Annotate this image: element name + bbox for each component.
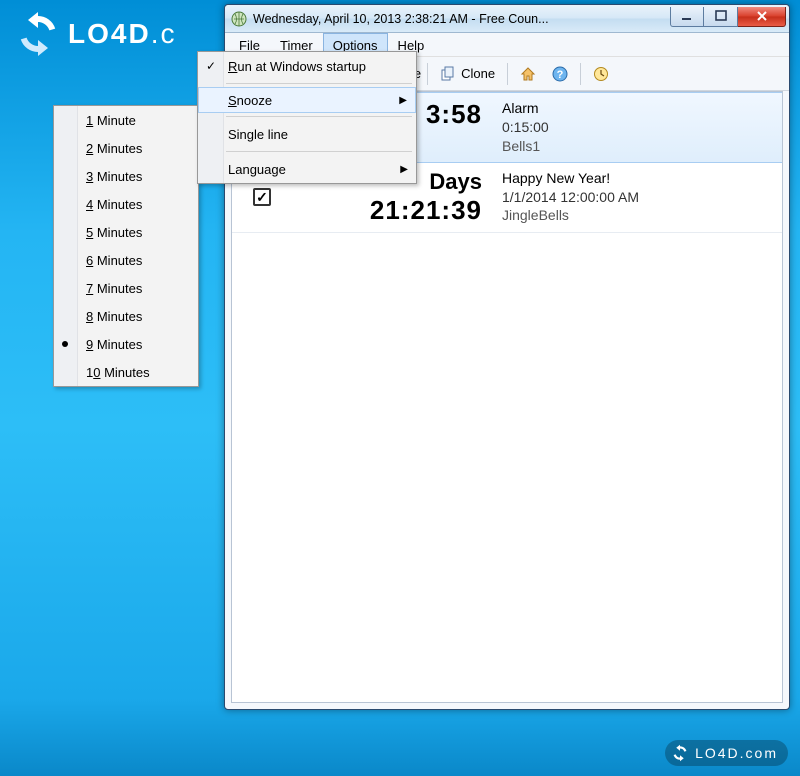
watermark: LO4D.com [665, 740, 788, 766]
option-run-at-startup[interactable]: ✓ Run at Windows startup [198, 52, 416, 80]
option-single-line[interactable]: Single line [198, 120, 416, 148]
home-icon [520, 66, 536, 82]
titlebar[interactable]: Wednesday, April 10, 2013 2:38:21 AM - F… [225, 5, 789, 33]
timer-sound: Bells1 [502, 137, 772, 156]
lo4d-logo: LO4D.c [14, 10, 176, 58]
refresh-arrows-icon [671, 744, 689, 762]
submenu-arrow-icon: ▶ [399, 95, 407, 106]
clock-button[interactable] [587, 63, 615, 85]
option-language[interactable]: Language ▶ [198, 155, 416, 183]
watermark-text: LO4D.com [695, 745, 778, 761]
menu-separator [226, 151, 412, 152]
option-snooze[interactable]: Snooze ▶ [198, 87, 416, 113]
desktop-background: LO4D.c Wednesday, April 10, 2013 2:38:21… [0, 0, 800, 776]
refresh-arrows-icon [14, 10, 62, 58]
menu-separator [226, 116, 412, 117]
snooze-option[interactable]: 3 Minutes [54, 162, 198, 190]
app-icon [231, 11, 247, 27]
home-button[interactable] [514, 63, 542, 85]
toolbar-separator [507, 63, 508, 85]
snooze-option[interactable]: 1 Minute [54, 106, 198, 134]
clock-icon [593, 66, 609, 82]
snooze-option-selected[interactable]: 9 Minutes [54, 330, 198, 358]
snooze-option[interactable]: 8 Minutes [54, 302, 198, 330]
snooze-submenu: 1 Minute 2 Minutes 3 Minutes 4 Minutes 5… [53, 105, 199, 387]
bullet-icon [62, 341, 68, 347]
snooze-option[interactable]: 10 Minutes [54, 358, 198, 386]
logo-text: LO4D.c [68, 18, 176, 50]
svg-text:?: ? [557, 69, 564, 81]
clone-button[interactable]: Clone [434, 63, 501, 85]
submenu-arrow-icon: ▶ [400, 164, 408, 175]
clone-label: Clone [461, 66, 495, 81]
checkmark-icon: ✓ [206, 59, 216, 73]
window-title: Wednesday, April 10, 2013 2:38:21 AM - F… [253, 12, 670, 26]
timer-sound: JingleBells [502, 206, 772, 225]
help-button[interactable]: ? [546, 63, 574, 85]
maximize-button[interactable] [704, 7, 738, 27]
close-button[interactable] [738, 7, 786, 27]
window-controls [670, 7, 786, 27]
timer-name: Happy New Year! [502, 169, 772, 188]
menu-separator [226, 83, 412, 84]
toolbar-separator [427, 63, 428, 85]
snooze-option[interactable]: 4 Minutes [54, 190, 198, 218]
options-dropdown: ✓ Run at Windows startup Snooze ▶ Single… [197, 51, 417, 184]
help-icon: ? [552, 66, 568, 82]
snooze-option[interactable]: 2 Minutes [54, 134, 198, 162]
snooze-option[interactable]: 5 Minutes [54, 218, 198, 246]
snooze-option[interactable]: 7 Minutes [54, 274, 198, 302]
minimize-button[interactable] [670, 7, 704, 27]
snooze-option[interactable]: 6 Minutes [54, 246, 198, 274]
toolbar-separator [580, 63, 581, 85]
timer-schedule: 1/1/2014 12:00:00 AM [502, 188, 772, 207]
clone-icon [440, 66, 456, 82]
timer-schedule: 0:15:00 [502, 118, 772, 137]
timer-name: Alarm [502, 99, 772, 118]
